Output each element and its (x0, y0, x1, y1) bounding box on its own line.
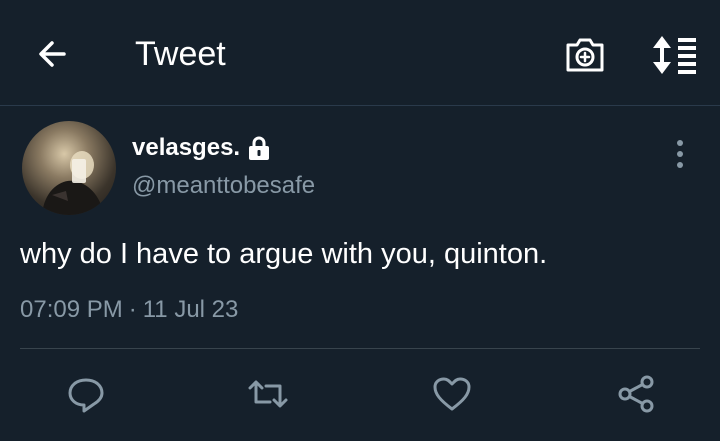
reply-button[interactable] (64, 374, 108, 414)
heart-icon (433, 377, 471, 411)
arrow-left-icon (39, 41, 66, 67)
tweet-time: 07:09 PM (20, 296, 123, 323)
app-header: Tweet (0, 0, 720, 106)
camera-button[interactable] (560, 30, 610, 78)
tweet-text: why do I have to argue with you, quinton… (20, 238, 548, 270)
divider (20, 348, 700, 349)
meta-separator: · (128, 296, 137, 323)
author-name-row[interactable]: velasges. (132, 132, 272, 164)
avatar[interactable] (22, 121, 116, 215)
tweet-timestamp: 07:09 PM · 11 Jul 23 (20, 296, 238, 324)
page-title: Tweet (135, 35, 226, 73)
sort-button[interactable] (646, 32, 702, 78)
display-name[interactable]: velasges. (132, 134, 240, 162)
user-handle[interactable]: @meanttobesafe (132, 172, 315, 200)
camera-plus-icon (566, 38, 604, 72)
more-vertical-icon (677, 140, 683, 168)
tweet-detail-screen: Tweet velasges. @meanttobesafe why do I … (0, 0, 720, 441)
tweet-date: 11 Jul 23 (142, 296, 239, 323)
more-options-button[interactable] (666, 138, 694, 170)
like-button[interactable] (430, 374, 474, 414)
retweet-button[interactable] (246, 374, 290, 414)
retweet-icon (248, 380, 288, 408)
back-button[interactable] (30, 34, 74, 74)
sort-list-icon (653, 36, 696, 74)
lock-icon (249, 136, 270, 160)
share-icon (618, 375, 654, 413)
profile-photo (42, 151, 104, 215)
share-button[interactable] (614, 374, 658, 414)
reply-bubble-icon (68, 378, 104, 413)
